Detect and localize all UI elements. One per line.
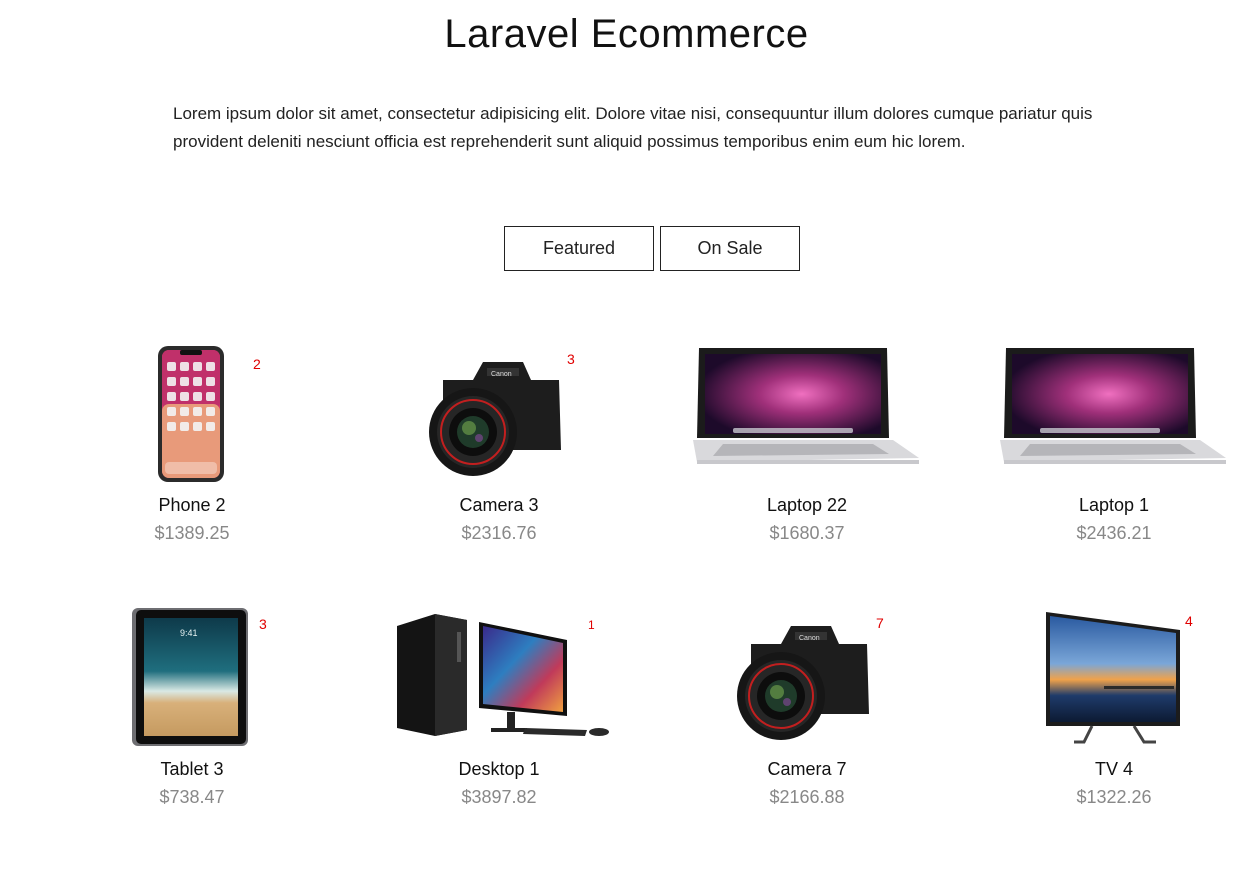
quantity-badge: 3 [567, 351, 575, 367]
product-card[interactable]: Laptop 22 $1680.37 [657, 340, 957, 550]
intro-text: Lorem ipsum dolor sit amet, consectetur … [173, 104, 1093, 151]
product-name[interactable]: Phone 2 [42, 495, 342, 516]
svg-text:9:41: 9:41 [180, 628, 198, 638]
product-name[interactable]: Laptop 1 [964, 495, 1253, 516]
product-name[interactable]: Desktop 1 [349, 759, 649, 780]
desktop-image[interactable] [395, 612, 611, 740]
quantity-badge: 7 [876, 615, 884, 631]
product-name[interactable]: TV 4 [964, 759, 1253, 780]
quantity-badge: 4 [1185, 613, 1193, 629]
camera-image[interactable]: Canon [731, 614, 873, 742]
quantity-badge: 3 [259, 616, 267, 632]
phone-image[interactable] [156, 344, 226, 484]
tablet-image[interactable]: 9:41 [130, 606, 250, 748]
product-name[interactable]: Tablet 3 [42, 759, 342, 780]
quantity-badge: 2 [253, 356, 261, 372]
product-name[interactable]: Laptop 22 [657, 495, 957, 516]
on-sale-tab-button[interactable]: On Sale [660, 226, 800, 271]
product-price: $2316.76 [461, 523, 537, 543]
tv-image[interactable] [1044, 608, 1184, 748]
product-card[interactable]: 1 Desktop 1 $3897.82 [349, 604, 649, 814]
product-name[interactable]: Camera 7 [657, 759, 957, 780]
camera-image[interactable]: Canon [423, 350, 565, 478]
svg-text:Canon: Canon [491, 371, 512, 378]
product-price: $1680.37 [769, 523, 845, 543]
product-name[interactable]: Camera 3 [349, 495, 649, 516]
product-card[interactable]: 4 TV 4 $1322.26 [964, 604, 1253, 814]
product-price: $3897.82 [461, 787, 537, 807]
product-price: $2436.21 [1076, 523, 1152, 543]
quantity-badge: 1 [588, 618, 595, 632]
product-card[interactable]: Canon 3 Camera 3 $2316.76 [349, 340, 649, 550]
laptop-image[interactable] [1000, 346, 1226, 466]
product-price: $738.47 [159, 787, 225, 807]
product-price: $2166.88 [769, 787, 845, 807]
svg-text:Canon: Canon [799, 635, 820, 642]
product-card[interactable]: Canon 7 Camera 7 $2166.88 [657, 604, 957, 814]
page-title: Laravel Ecommerce [444, 12, 809, 56]
product-card[interactable]: 9:41 3 Tablet 3 $738.47 [42, 604, 342, 814]
featured-tab-button[interactable]: Featured [504, 226, 654, 271]
product-price: $1322.26 [1076, 787, 1152, 807]
product-card[interactable]: Laptop 1 $2436.21 [964, 340, 1253, 550]
product-card[interactable]: 2 Phone 2 $1389.25 [42, 340, 342, 550]
product-price: $1389.25 [154, 523, 230, 543]
laptop-image[interactable] [693, 346, 919, 466]
